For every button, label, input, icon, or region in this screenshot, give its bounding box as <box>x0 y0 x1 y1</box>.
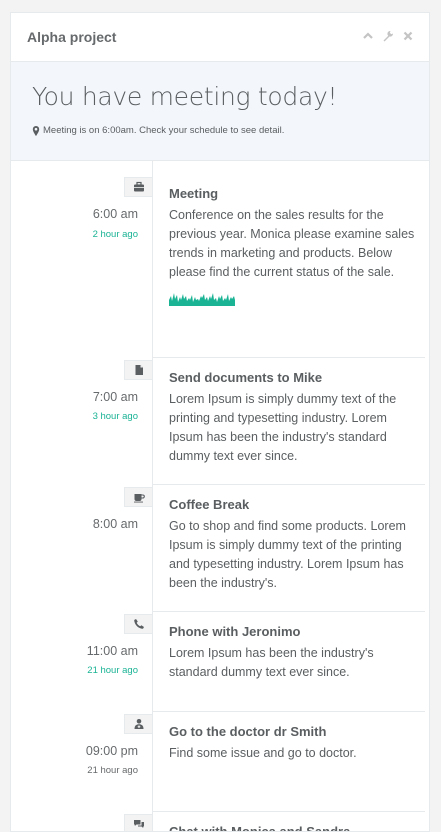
item-text: Conference on the sales results for the … <box>169 208 415 279</box>
close-icon[interactable] <box>401 29 415 43</box>
document-icon <box>124 360 152 380</box>
item-content: Send documents to Mike Lorem Ipsum is si… <box>169 370 415 466</box>
item-ago: 3 hour ago <box>92 411 138 422</box>
map-marker-icon <box>32 125 40 136</box>
item-content: Go to the doctor dr Smith Find some issu… <box>169 724 415 763</box>
item-content: Phone with Jeronimo Lorem Ipsum has been… <box>169 624 415 682</box>
comments-icon <box>124 814 152 831</box>
item-time: 7:00 am <box>92 390 138 404</box>
item-title: Send documents to Mike <box>169 370 323 385</box>
briefcase-icon <box>124 177 152 197</box>
item-title: Phone with Jeronimo <box>169 624 301 639</box>
item-title: Chat with Monica and Sandra <box>169 824 351 832</box>
item-text: Lorem Ipsum has been the industry's stan… <box>169 646 374 679</box>
item-time: 8:00 am <box>92 517 138 531</box>
banner-subtext-row: Meeting is on 6:00am. Check your schedul… <box>32 125 284 136</box>
item-title: Meeting <box>169 186 219 201</box>
panel-title: Alpha project <box>27 29 117 45</box>
banner-heading: You have meeting today! <box>32 82 338 111</box>
item-ago: 21 hour ago <box>87 765 138 776</box>
timeline-item-meeting[interactable]: 6:00 am 2 hour ago Meeting Conference on… <box>11 161 429 358</box>
item-time: 09:00 pm <box>85 744 138 758</box>
item-text: Lorem Ipsum is simply dummy text of the … <box>169 392 397 463</box>
timeline-item-coffee-break[interactable]: 8:00 am Coffee Break Go to shop and find… <box>11 485 429 612</box>
coffee-icon <box>124 487 152 507</box>
item-text: Find some issue and go to doctor. <box>169 746 357 760</box>
panel-tools <box>361 29 415 43</box>
phone-icon <box>124 614 152 634</box>
item-ago: 2 hour ago <box>92 229 138 240</box>
sales-sparkline <box>169 293 235 306</box>
wrench-icon[interactable] <box>381 29 395 43</box>
chevron-up-icon[interactable] <box>361 29 375 43</box>
timeline-item-phone-jeronimo[interactable]: 11:00 am 21 hour ago Phone with Jeronimo… <box>11 612 429 712</box>
item-text: Go to shop and find some products. Lorem… <box>169 519 406 590</box>
item-content: Coffee Break Go to shop and find some pr… <box>169 497 415 593</box>
timeline-item-send-documents[interactable]: 7:00 am 3 hour ago Send documents to Mik… <box>11 358 429 485</box>
alpha-project-panel: Alpha project You have meeting today! Me… <box>10 12 430 832</box>
banner-subtext: Meeting is on 6:00am. Check your schedul… <box>43 125 285 136</box>
item-ago: 21 hour ago <box>87 665 138 676</box>
item-time: 6:00 am <box>92 207 138 221</box>
item-content: Chat with Monica and Sandra <box>169 824 415 832</box>
timeline-item-doctor[interactable]: 09:00 pm 21 hour ago Go to the doctor dr… <box>11 712 429 812</box>
panel-header: Alpha project <box>11 13 429 62</box>
item-content: Meeting Conference on the sales results … <box>169 186 415 311</box>
meeting-banner: You have meeting today! Meeting is on 6:… <box>11 62 429 161</box>
timeline-item-chat[interactable]: Chat with Monica and Sandra <box>11 812 429 832</box>
user-md-icon <box>124 714 152 734</box>
item-title: Coffee Break <box>169 497 250 512</box>
timeline: 6:00 am 2 hour ago Meeting Conference on… <box>11 161 429 832</box>
item-title: Go to the doctor dr Smith <box>169 724 327 739</box>
item-time: 11:00 am <box>86 644 138 658</box>
